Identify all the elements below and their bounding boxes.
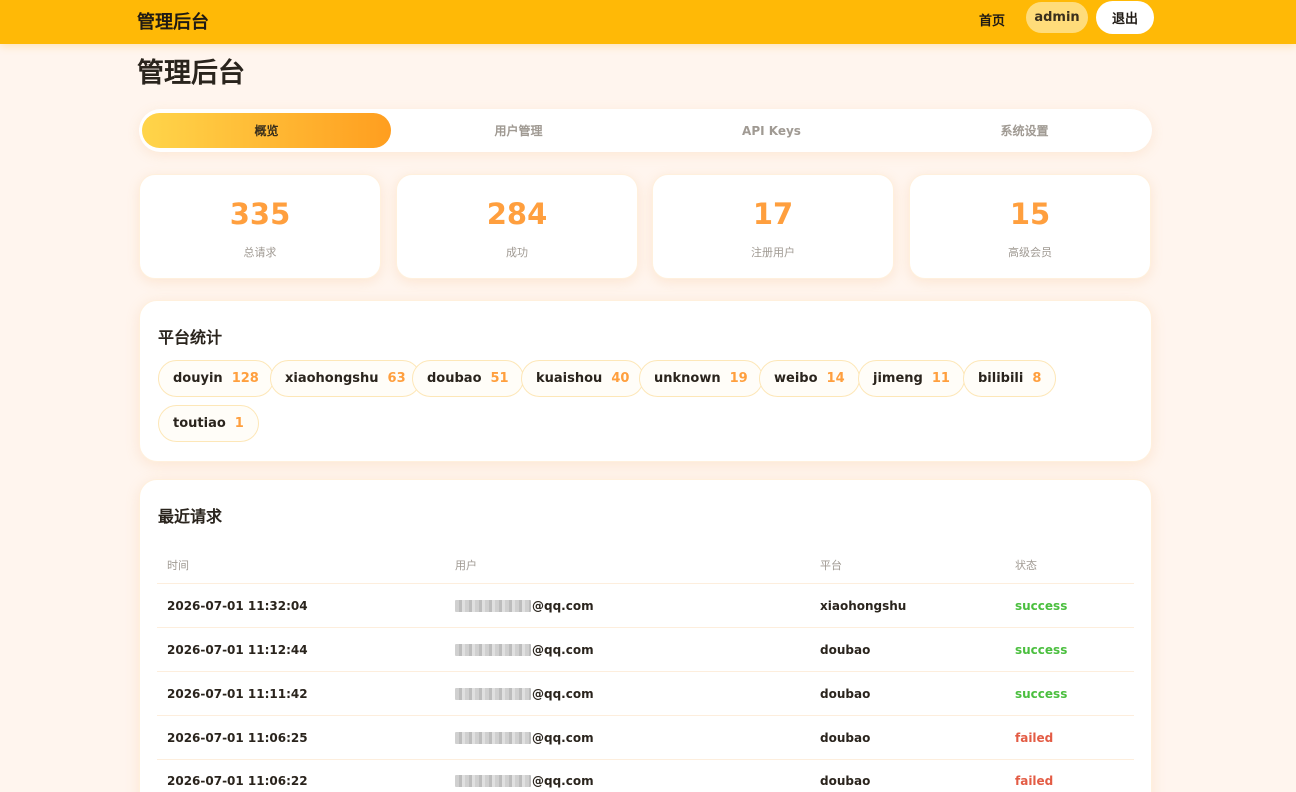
stat-value: 17	[752, 197, 794, 231]
stat-value: 15	[1009, 197, 1051, 231]
platform-stats-title: 平台统计	[158, 328, 223, 347]
recent-requests-panel: 最近请求	[139, 479, 1152, 792]
platform-count: 19	[729, 371, 748, 386]
logout-button[interactable]: 退出	[1096, 1, 1154, 34]
cell-platform: doubao	[820, 731, 871, 745]
user-badge[interactable]: admin	[1026, 2, 1088, 33]
platform-chip[interactable]: unknown 19	[639, 360, 763, 397]
platform-name: weibo	[774, 371, 818, 386]
top-navbar: 管理后台 首页 admin 退出	[0, 0, 1296, 44]
tab-overview[interactable]: 概览	[142, 113, 391, 148]
platform-count: 14	[826, 371, 845, 386]
platform-chip[interactable]: xiaohongshu 63	[270, 360, 421, 397]
stat-card-registered-users: 17 注册用户	[652, 174, 894, 279]
platform-chip[interactable]: douyin 128	[158, 360, 274, 397]
cell-user-domain: @qq.com	[532, 599, 594, 613]
row-divider	[157, 671, 1134, 672]
column-header-platform: 平台	[820, 559, 842, 572]
platform-chip[interactable]: bilibili 8	[963, 360, 1057, 397]
cell-user: @qq.com	[455, 599, 594, 613]
platform-chip[interactable]: toutiao 1	[158, 405, 259, 442]
column-header-time: 时间	[167, 559, 189, 572]
stat-label: 总请求	[243, 246, 277, 259]
cell-user-domain: @qq.com	[532, 643, 594, 657]
column-header-user: 用户	[455, 559, 477, 572]
cell-user: @qq.com	[455, 687, 594, 701]
stat-card-success: 284 成功	[396, 174, 638, 279]
platform-name: jimeng	[873, 371, 923, 386]
platform-chip[interactable]: jimeng 11	[858, 360, 965, 397]
cell-time: 2026-07-01 11:11:42	[167, 687, 308, 701]
cell-user: @qq.com	[455, 643, 594, 657]
platform-count: 63	[387, 371, 406, 386]
platform-name: toutiao	[173, 416, 226, 431]
cell-time: 2026-07-01 11:12:44	[167, 643, 308, 657]
page-title: 管理后台	[137, 58, 245, 89]
platform-chip[interactable]: doubao 51	[412, 360, 524, 397]
cell-status: failed	[1015, 774, 1054, 788]
platform-name: douyin	[173, 371, 223, 386]
cell-platform: xiaohongshu	[820, 599, 907, 613]
platform-count: 11	[931, 371, 950, 386]
row-divider	[157, 759, 1134, 760]
stat-label: 成功	[506, 246, 528, 259]
cell-status: success	[1015, 599, 1068, 613]
redacted-email-prefix	[455, 600, 531, 612]
platform-chip[interactable]: weibo 14	[759, 360, 860, 397]
platform-name: bilibili	[978, 371, 1024, 386]
cell-platform: doubao	[820, 774, 871, 788]
platform-name: xiaohongshu	[285, 371, 379, 386]
cell-status: success	[1015, 687, 1068, 701]
platform-count: 1	[234, 416, 244, 431]
cell-user-domain: @qq.com	[532, 687, 594, 701]
stat-label: 注册用户	[751, 246, 795, 259]
tab-system-settings[interactable]: 系统设置	[900, 113, 1149, 148]
row-divider	[157, 583, 1134, 584]
cell-platform: doubao	[820, 687, 871, 701]
cell-status: failed	[1015, 731, 1054, 745]
tab-bar: 概览 用户管理 API Keys 系统设置	[139, 109, 1152, 152]
stat-card-premium-members: 15 高级会员	[909, 174, 1151, 279]
redacted-email-prefix	[455, 775, 531, 787]
platform-count: 51	[490, 371, 509, 386]
tab-user-management[interactable]: 用户管理	[394, 113, 643, 148]
stat-value: 335	[229, 197, 291, 231]
stat-card-total-requests: 335 总请求	[139, 174, 381, 279]
cell-status: success	[1015, 643, 1068, 657]
platform-name: unknown	[654, 371, 721, 386]
cell-time: 2026-07-01 11:06:25	[167, 731, 308, 745]
stat-value: 284	[486, 197, 548, 231]
tab-api-keys[interactable]: API Keys	[647, 113, 896, 148]
row-divider	[157, 627, 1134, 628]
cell-user-domain: @qq.com	[532, 774, 594, 788]
redacted-email-prefix	[455, 688, 531, 700]
cell-user-domain: @qq.com	[532, 731, 594, 745]
cell-time: 2026-07-01 11:32:04	[167, 599, 308, 613]
row-divider	[157, 715, 1134, 716]
cell-user: @qq.com	[455, 774, 594, 788]
platform-count: 128	[231, 371, 259, 386]
platform-count: 40	[611, 371, 630, 386]
cell-user: @qq.com	[455, 731, 594, 745]
home-link[interactable]: 首页	[979, 10, 1005, 29]
platform-name: doubao	[427, 371, 482, 386]
cell-platform: doubao	[820, 643, 871, 657]
platform-name: kuaishou	[536, 371, 603, 386]
brand-title: 管理后台	[137, 12, 209, 33]
redacted-email-prefix	[455, 644, 531, 656]
platform-chip[interactable]: kuaishou 40	[521, 360, 645, 397]
stat-label: 高级会员	[1008, 246, 1052, 259]
redacted-email-prefix	[455, 732, 531, 744]
cell-time: 2026-07-01 11:06:22	[167, 774, 308, 788]
column-header-status: 状态	[1015, 559, 1037, 572]
recent-requests-title: 最近请求	[158, 507, 223, 526]
platform-count: 8	[1032, 371, 1042, 386]
